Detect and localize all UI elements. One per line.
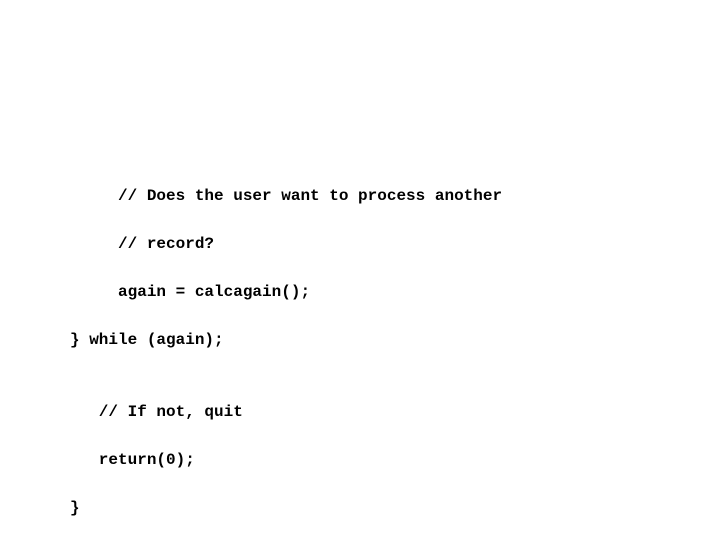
code-line: } [70, 496, 502, 520]
code-line: // Does the user want to process another [70, 184, 502, 208]
code-snippet: // Does the user want to process another… [70, 160, 502, 544]
code-line: } while (again); [70, 328, 502, 352]
code-line: return(0); [70, 448, 502, 472]
code-line: again = calcagain(); [70, 280, 502, 304]
code-line: // record? [70, 232, 502, 256]
code-line: // If not, quit [70, 400, 502, 424]
